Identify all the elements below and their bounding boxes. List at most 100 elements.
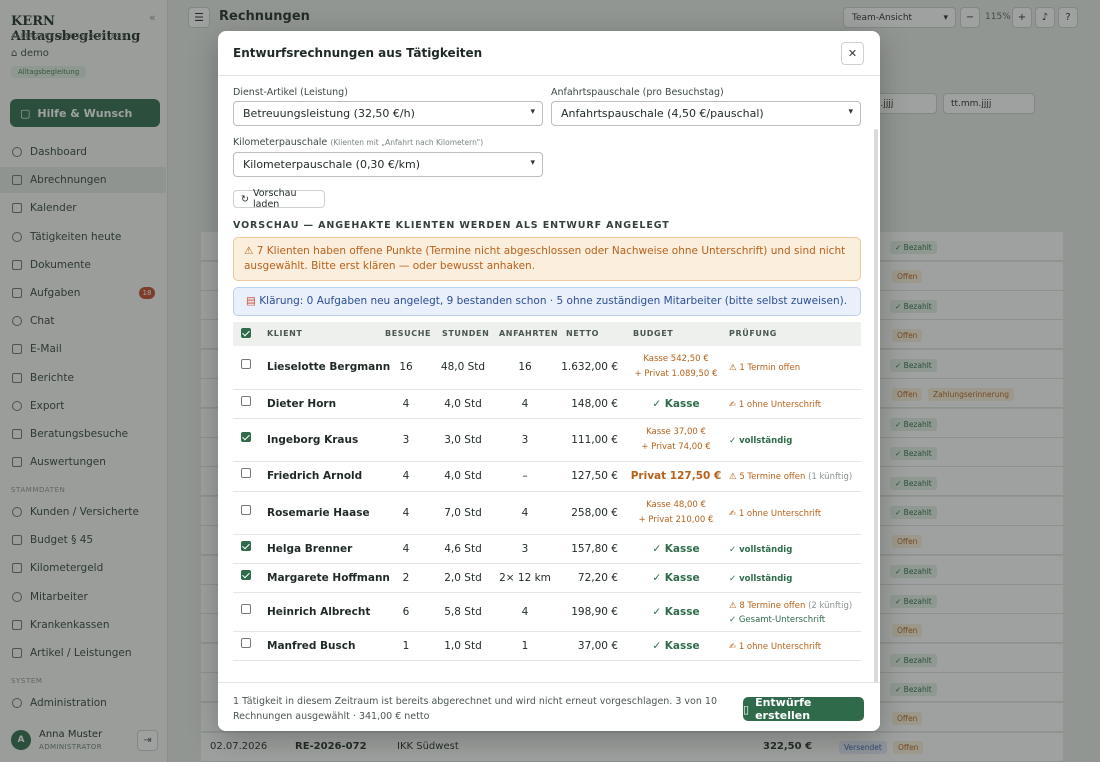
check-status: ✍ 1 ohne Unterschrift xyxy=(729,640,859,654)
col-pruefung: PRÜFUNG xyxy=(729,329,777,338)
check-line: ⚠ 1 Termin offen xyxy=(729,361,859,375)
trips: 3 xyxy=(521,542,529,555)
client-name: Heinrich Albrecht xyxy=(267,605,371,618)
check-text: ✍ 1 ohne Unterschrift xyxy=(729,641,822,652)
preview-heading: VORSCHAU — ANGEHAKTE KLIENTEN WERDEN ALS… xyxy=(233,220,670,231)
clipboard-icon: ▤ xyxy=(246,295,256,307)
net-amount: 37,00 € xyxy=(577,639,618,652)
row-checkbox[interactable] xyxy=(241,395,251,406)
check-status: ✍ 1 ohne Unterschrift xyxy=(729,507,859,521)
dialog-title: Entwurfsrechnungen aus Tätigkeiten xyxy=(233,46,483,60)
select-all-checkbox[interactable] xyxy=(241,328,251,338)
client-name: Margarete Hoffmann xyxy=(267,571,390,584)
col-netto: NETTO xyxy=(566,329,600,338)
table-row[interactable]: Margarete Hoffmann 2 2,0 Std 2× 12 km 72,20 … xyxy=(233,564,861,593)
client-name: Dieter Horn xyxy=(267,397,337,410)
trips: 4 xyxy=(521,397,529,410)
dienst-value: Betreuungsleistung (32,50 €/h) xyxy=(243,107,415,120)
check-text: ✍ 1 ohne Unterschrift xyxy=(729,508,822,519)
preview-label: Vorschau laden xyxy=(252,188,297,210)
row-checkbox[interactable] xyxy=(241,359,251,369)
table-row[interactable]: Heinrich Albrecht 6 5,8 Std 4 198,90 € ✓ Kass… xyxy=(233,593,861,632)
info-text: Klärung: 0 Aufgaben neu angelegt, 9 best… xyxy=(259,295,848,307)
net-amount: 148,00 € xyxy=(571,397,618,410)
check-text: ⚠ 8 Termine offen xyxy=(729,600,806,611)
divider xyxy=(218,75,880,76)
scrollbar[interactable] xyxy=(874,129,878,689)
row-checkbox[interactable] xyxy=(241,468,251,478)
client-name: Lieselotte Bergmann xyxy=(267,361,391,373)
table-row[interactable]: Dieter Horn 4 4,0 Std 4 148,00 € ✓ Kasse ✍ 1 o… xyxy=(233,390,861,419)
check-line: ⚠ 5 Termine offen (1 künftig) xyxy=(729,470,859,484)
trips: 2× 12 km xyxy=(499,571,551,584)
client-name: Manfred Busch xyxy=(267,639,356,652)
net-amount: 157,80 € xyxy=(571,542,618,555)
check-status: ✓ vollständig xyxy=(729,572,859,586)
km-value: Kilometerpauschale (0,30 €/km) xyxy=(243,158,421,171)
create-drafts-button[interactable]: ▯ Entwürfe erstellen xyxy=(743,696,864,722)
net-amount: 1.632,00 € xyxy=(561,361,618,373)
check-text: ✓ vollständig xyxy=(729,435,793,446)
hours: 48,0 Std xyxy=(440,361,486,373)
dienst-select[interactable]: Betreuungsleistung (32,50 €/h) ▾ xyxy=(233,101,543,126)
dialog-footer: 1 Tätigkeit in diesem Zeitraum ist berei… xyxy=(218,682,880,731)
row-checkbox[interactable] xyxy=(241,431,251,442)
hours: 4,0 Std xyxy=(444,397,482,410)
col-besuche: BESUCHE xyxy=(385,329,432,338)
footer-summary: 1 Tätigkeit in diesem Zeitraum ist berei… xyxy=(233,696,717,722)
row-checkbox[interactable] xyxy=(241,637,251,648)
net-amount: 198,90 € xyxy=(571,605,618,618)
trips: 16 xyxy=(518,361,532,373)
check-status: ⚠ 8 Termine offen (2 künftig) ✓ Gesamt-Un… xyxy=(729,599,859,627)
table-row[interactable]: Ingeborg Kraus 3 3,0 Std 3 111,00 € Kasse 37,… xyxy=(233,419,861,462)
row-checkbox[interactable] xyxy=(241,603,251,614)
row-checkbox[interactable] xyxy=(241,504,251,515)
table-row[interactable]: Helga Brenner 4 4,6 Std 3 157,80 € ✓ Kasse ✓ v… xyxy=(233,535,861,564)
visits: 3 xyxy=(402,433,410,446)
anfahrt-select[interactable]: Anfahrtspauschale (4,50 €/pauschal) ▾ xyxy=(551,101,861,126)
budget-status: ✓ Kasse xyxy=(652,542,700,555)
check-status: ✓ vollständig xyxy=(729,434,859,448)
anfahrt-value: Anfahrtspauschale (4,50 €/pauschal) xyxy=(561,107,764,120)
check-line: ✓ vollständig xyxy=(729,434,859,448)
budget-status: ✓ Kasse xyxy=(652,397,700,410)
trips: 4 xyxy=(521,605,529,618)
visits: 2 xyxy=(402,571,410,584)
net-amount: 72,20 € xyxy=(577,571,618,584)
close-icon[interactable]: ✕ xyxy=(841,42,864,65)
net-amount: 127,50 € xyxy=(571,470,618,482)
visits: 4 xyxy=(402,397,410,410)
col-klient: KLIENT xyxy=(267,329,303,338)
dienst-label: Dienst-Artikel (Leistung) xyxy=(233,87,348,98)
refresh-icon: ↻ xyxy=(241,193,249,205)
budget-status: Privat 127,50 € xyxy=(630,470,722,482)
client-name: Ingeborg Kraus xyxy=(267,433,359,446)
budget-kasse: Kasse 37,00 € xyxy=(646,426,706,437)
budget-split: Kasse 37,00 € + Privat 74,00 € xyxy=(626,425,726,455)
visits: 6 xyxy=(402,605,410,618)
check-text: ⚠ 1 Termin offen xyxy=(729,363,801,373)
hours: 4,6 Std xyxy=(444,542,482,555)
hours: 5,8 Std xyxy=(444,605,482,618)
row-checkbox[interactable] xyxy=(241,540,251,551)
row-checkbox[interactable] xyxy=(241,569,251,580)
check-line: ✓ vollständig xyxy=(729,572,859,586)
col-stunden: STUNDEN xyxy=(442,329,490,338)
table-row[interactable]: Friedrich Arnold 4 4,0 Std – 127,50 € Privat … xyxy=(233,462,861,492)
budget-kasse: Kasse 542,50 € xyxy=(643,354,709,364)
anfahrt-label: Anfahrtspauschale (pro Besuchstag) xyxy=(551,87,724,98)
preview-button[interactable]: ↻ Vorschau laden xyxy=(233,188,325,210)
check-muted: (1 künftig) xyxy=(808,472,853,482)
check-status: ✓ vollständig xyxy=(729,543,859,557)
budget-status: ✓ Kasse xyxy=(652,605,700,618)
check-text: ⚠ 5 Termine offen xyxy=(729,472,806,482)
check-status: ✍ 1 ohne Unterschrift xyxy=(729,398,859,412)
table-row[interactable]: Rosemarie Haase 4 7,0 Std 4 258,00 € Kasse 48… xyxy=(233,492,861,535)
km-select[interactable]: Kilometerpauschale (0,30 €/km) ▾ xyxy=(233,152,543,177)
table-row[interactable]: Manfred Busch 1 1,0 Std 1 37,00 € ✓ Kasse ✍ 1 … xyxy=(233,632,861,661)
create-drafts-label: Entwürfe erstellen xyxy=(755,696,812,722)
budget-privat: + Privat 1.089,50 € xyxy=(634,369,718,379)
document-icon: ▯ xyxy=(743,702,750,716)
hours: 7,0 Std xyxy=(444,506,482,519)
table-row[interactable]: Lieselotte Bergmann 16 48,0 Std 16 1.632,00 … xyxy=(233,346,861,390)
